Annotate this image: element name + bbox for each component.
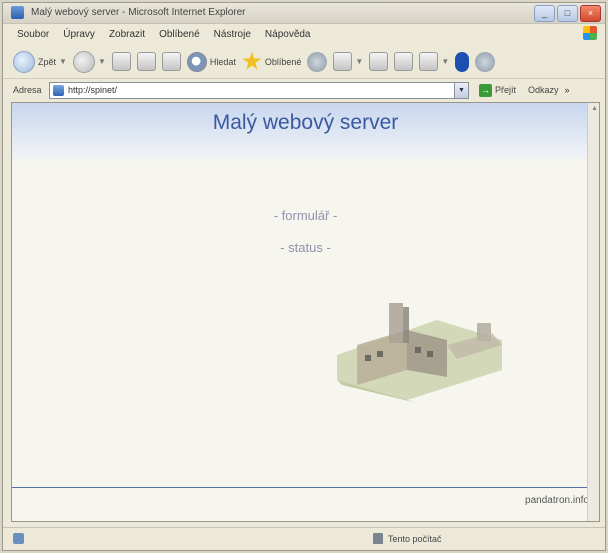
windows-logo-icon — [583, 26, 597, 40]
page-icon — [53, 84, 64, 96]
links-more-icon[interactable]: » — [565, 85, 570, 95]
toolbar: Zpět ▼ ▼ Hledat Oblíbené ▼ ▼ — [3, 45, 605, 79]
address-input[interactable]: http://spinet/ ▼ — [49, 81, 469, 99]
page-content: Malý webový server - formulář - - status… — [11, 102, 600, 522]
back-label: Zpět — [38, 56, 57, 67]
form-link[interactable]: - formulář - — [12, 208, 599, 223]
computer-icon — [373, 533, 383, 544]
zone-label: Tento počítač — [388, 533, 442, 544]
vertical-scrollbar[interactable]: ▲ — [587, 103, 599, 521]
stop-icon[interactable] — [111, 52, 131, 71]
security-zone: Tento počítač — [373, 533, 442, 544]
browser-window: Malý webový server - Microsoft Internet … — [2, 2, 606, 551]
mail-icon[interactable] — [369, 52, 389, 71]
page-status-icon — [13, 533, 24, 544]
menu-favorites[interactable]: Oblíbené — [159, 29, 200, 40]
address-url[interactable]: http://spinet/ — [68, 85, 117, 95]
go-arrow-icon: → — [479, 83, 492, 97]
print-icon[interactable] — [394, 52, 414, 71]
status-bar: Tento počítač — [3, 527, 605, 550]
edit-button[interactable]: ▼ — [419, 52, 449, 71]
minimize-button[interactable]: _ — [534, 5, 555, 22]
favorites-button[interactable]: Oblíbené — [242, 51, 302, 72]
history-button[interactable]: ▼ — [333, 52, 363, 71]
go-label: Přejít — [495, 85, 517, 95]
search-icon — [186, 51, 207, 72]
history-icon — [333, 52, 353, 71]
edit-dropdown-icon[interactable]: ▼ — [441, 57, 449, 66]
forward-dropdown-icon[interactable]: ▼ — [98, 57, 106, 66]
messenger-icon[interactable] — [475, 51, 496, 72]
title-bar: Malý webový server - Microsoft Internet … — [3, 3, 605, 24]
go-button[interactable]: → Přejít — [479, 83, 517, 97]
page-title: Malý webový server — [212, 111, 399, 134]
window-title: Malý webový server - Microsoft Internet … — [31, 7, 246, 18]
history-dropdown-icon[interactable]: ▼ — [355, 57, 363, 66]
address-bar: Adresa http://spinet/ ▼ → Přejít Odkazy … — [3, 80, 605, 100]
menu-edit[interactable]: Úpravy — [63, 29, 95, 40]
status-link[interactable]: - status - — [12, 240, 599, 255]
menu-bar: Soubor Úpravy Zobrazit Oblíbené Nástroje… — [3, 24, 605, 44]
forward-button[interactable]: ▼ — [72, 50, 106, 73]
address-dropdown-icon[interactable]: ▼ — [454, 82, 468, 98]
maximize-button[interactable]: □ — [557, 5, 578, 22]
menu-help[interactable]: Nápověda — [265, 29, 311, 40]
refresh-icon[interactable] — [136, 52, 156, 71]
address-label: Adresa — [13, 85, 42, 95]
home-icon[interactable] — [161, 52, 181, 71]
footer-divider — [12, 487, 599, 488]
footer-credit: pandatron.info — [525, 495, 589, 506]
back-dropdown-icon[interactable]: ▼ — [59, 57, 67, 66]
scroll-up-icon[interactable]: ▲ — [591, 105, 598, 112]
bluetooth-icon[interactable] — [455, 51, 470, 72]
links-button[interactable]: Odkazy — [528, 85, 559, 95]
close-button[interactable]: × — [580, 5, 601, 22]
favorites-star-icon — [242, 51, 262, 70]
ie-icon — [11, 6, 24, 19]
back-arrow-icon — [13, 50, 35, 73]
edit-icon — [419, 52, 439, 71]
menu-file[interactable]: Soubor — [17, 29, 49, 40]
favorites-label: Oblíbené — [264, 56, 302, 67]
house-image — [337, 303, 502, 403]
search-label: Hledat — [209, 56, 236, 67]
menu-tools[interactable]: Nástroje — [214, 29, 251, 40]
back-button[interactable]: Zpět ▼ — [13, 50, 67, 73]
media-icon[interactable] — [307, 51, 328, 72]
forward-arrow-icon — [72, 50, 95, 73]
menu-view[interactable]: Zobrazit — [109, 29, 145, 40]
search-button[interactable]: Hledat — [186, 51, 236, 72]
